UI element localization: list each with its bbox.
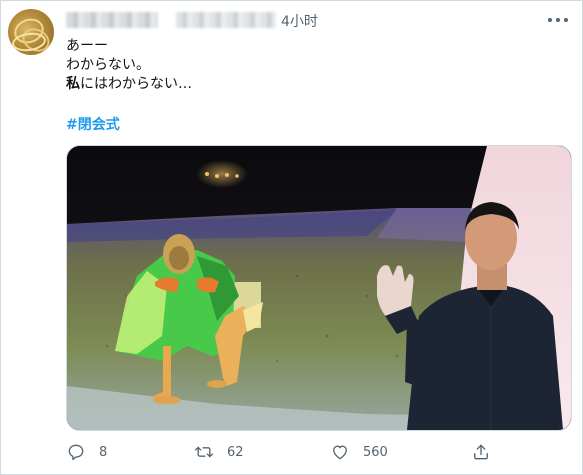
- retweet-icon: [195, 446, 213, 458]
- reply-icon: [68, 444, 84, 461]
- tweet-text-bold: 私: [66, 76, 80, 92]
- share-icon: [474, 444, 488, 460]
- avatar[interactable]: [8, 9, 54, 55]
- heart-icon: [333, 445, 347, 460]
- retweet-count: 62: [227, 444, 244, 460]
- reply-count: 8: [99, 444, 108, 460]
- username-redacted[interactable]: [176, 12, 276, 28]
- retweet-button[interactable]: 62: [194, 440, 244, 464]
- reply-button[interactable]: 8: [66, 440, 107, 464]
- share-button[interactable]: [471, 440, 491, 464]
- media-photo: [67, 146, 571, 430]
- more-horizontal-icon[interactable]: [548, 18, 570, 24]
- tweet-text-line: 私にはわからない…: [66, 74, 192, 94]
- hashtag-link[interactable]: #閉会式: [66, 114, 120, 134]
- display-name-redacted[interactable]: [66, 12, 158, 28]
- like-count: 560: [363, 444, 388, 460]
- tweet-media-image[interactable]: [66, 145, 572, 431]
- tweet-timestamp[interactable]: 4小时: [281, 11, 318, 31]
- tweet-text-rest: にはわからない…: [80, 76, 192, 92]
- like-button[interactable]: 560: [330, 440, 388, 464]
- tweet-text-line: わからない。: [66, 57, 150, 73]
- tweet-text-line: あーー: [66, 38, 108, 54]
